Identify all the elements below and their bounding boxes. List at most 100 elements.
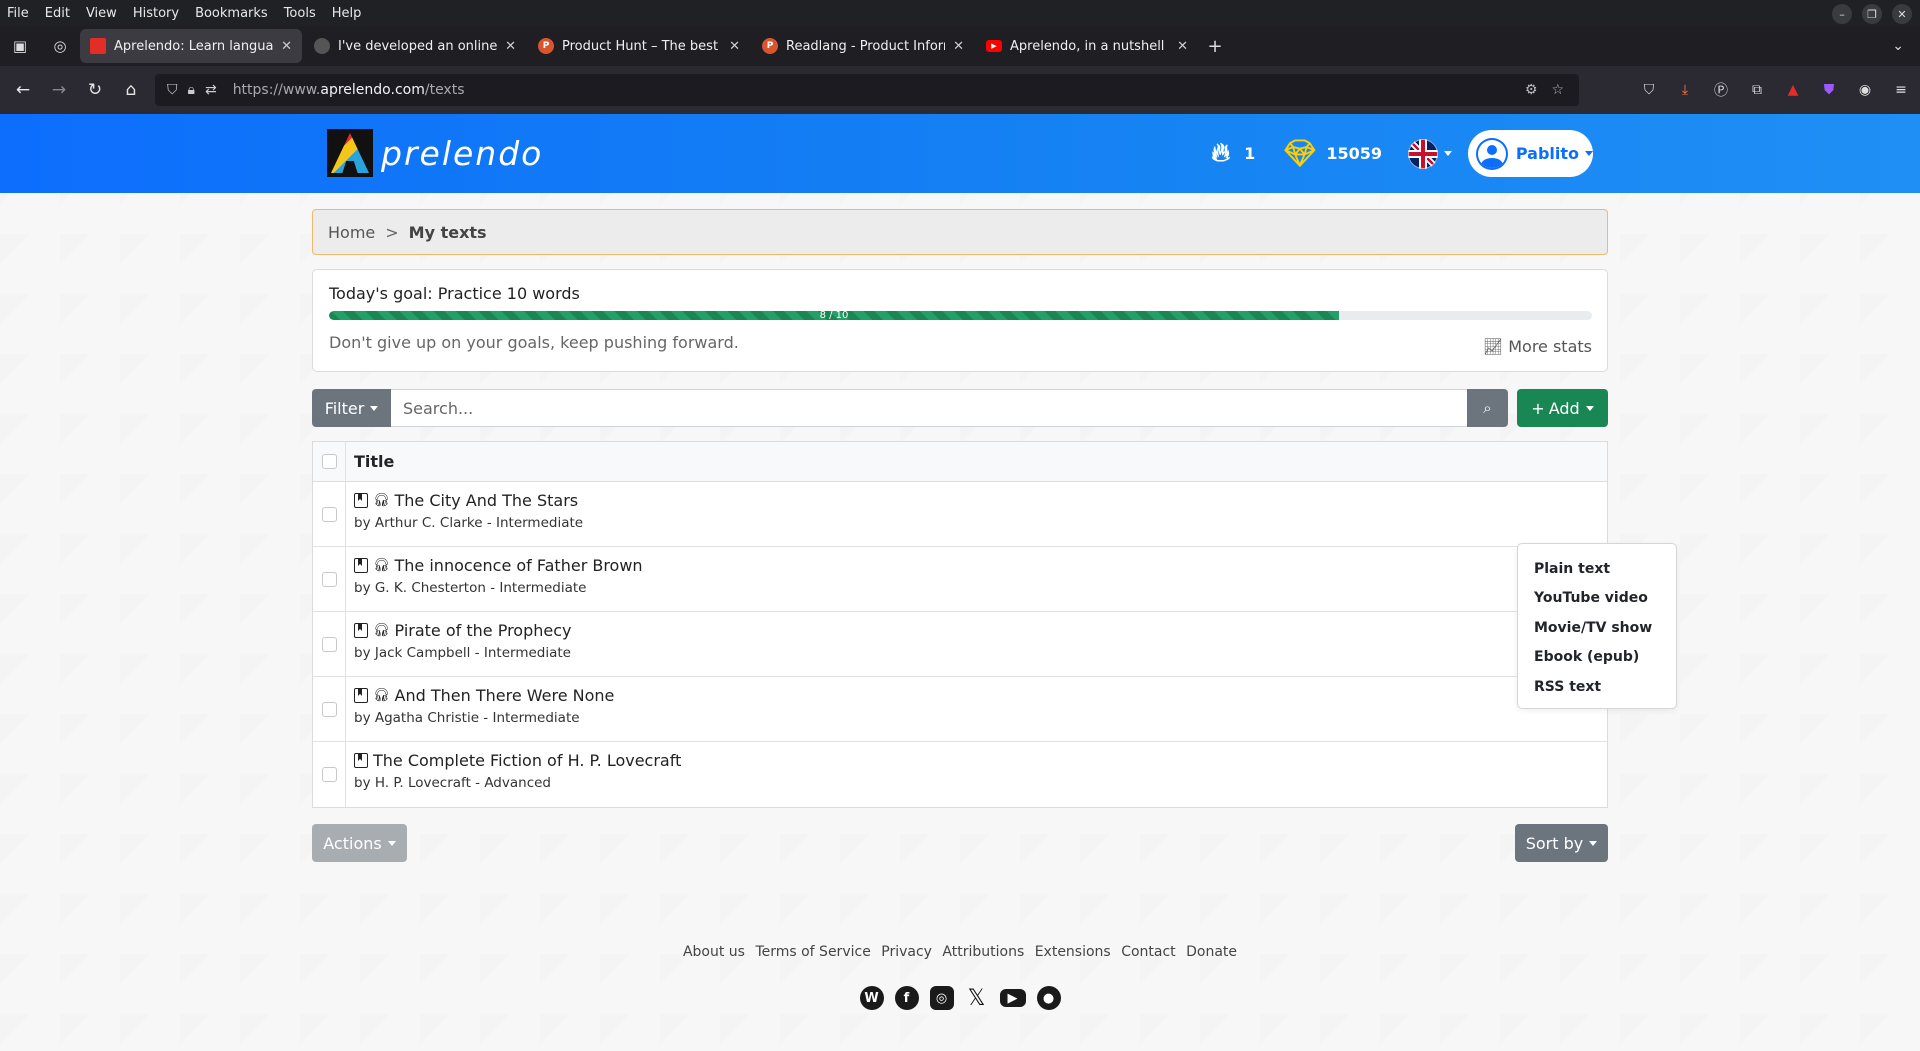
close-tab-icon[interactable]: ✕ — [505, 39, 516, 54]
close-tab-icon[interactable]: ✕ — [729, 39, 740, 54]
tab-overview-icon[interactable]: ▣ — [0, 26, 40, 66]
text-title-link[interactable]: Pirate of the Prophecy — [395, 621, 572, 640]
tab-aprelendo[interactable]: Aprelendo: Learn language ✕ — [80, 29, 302, 63]
add-ebook-item[interactable]: Ebook (epub) — [1518, 643, 1676, 673]
youtube-icon[interactable]: ▶ — [999, 989, 1026, 1007]
user-menu-button[interactable]: Pablito — [1468, 130, 1593, 177]
extensions-icon[interactable]: ⧉ — [1746, 79, 1768, 101]
add-plain-text-item[interactable]: Plain text — [1518, 554, 1676, 584]
menu-tools[interactable]: Tools — [276, 6, 324, 21]
add-dropdown-menu: Plain text YouTube video Movie/TV show E… — [1517, 543, 1677, 709]
tab-readlang[interactable]: P Readlang - Product Informa ✕ — [752, 29, 974, 63]
streak-counter[interactable]: 🔥︎ 1 — [1211, 138, 1255, 169]
navigation-bar: ← → ↻ ⌂ ⛉ 🔒︎ ⇄ https://www.aprelendo.com… — [0, 66, 1920, 114]
forward-icon[interactable]: → — [41, 72, 77, 108]
text-title-link[interactable]: The innocence of Father Brown — [395, 556, 643, 575]
shield-extension-icon[interactable]: ⛊ — [1818, 79, 1840, 101]
row-checkbox[interactable] — [321, 767, 337, 782]
product-hunt-favicon-icon: P — [762, 38, 778, 54]
restore-icon[interactable]: ❐ — [1862, 4, 1882, 24]
tab-reddit[interactable]: I've developed an online lar ✕ — [304, 29, 526, 63]
home-icon[interactable]: ⌂ — [113, 72, 149, 108]
instagram-icon[interactable]: ◎ — [929, 986, 954, 1010]
footer-donate-link[interactable]: Donate — [1186, 944, 1237, 960]
text-title-link[interactable]: The City And The Stars — [395, 491, 579, 510]
text-title-link[interactable]: The Complete Fiction of H. P. Lovecraft — [373, 751, 681, 770]
text-title-link[interactable]: And Then There Were None — [395, 686, 615, 705]
add-rss-item[interactable]: RSS text — [1518, 672, 1676, 702]
shield-icon[interactable]: ⛉ — [167, 82, 178, 98]
url-bar[interactable]: ⛉ 🔒︎ ⇄ https://www.aprelendo.com/texts ⚙… — [155, 74, 1579, 106]
menu-edit[interactable]: Edit — [37, 6, 78, 21]
search-button[interactable]: ⌕ — [1467, 389, 1508, 427]
text-title-line: 🎧︎ The City And The Stars — [354, 491, 583, 510]
url-actions: ⚙ ☆ — [1525, 74, 1578, 106]
menu-view[interactable]: View — [78, 6, 125, 21]
extension-bug-icon[interactable]: ⚙ — [1525, 82, 1538, 98]
search-input[interactable] — [391, 389, 1467, 427]
list-tabs-icon[interactable]: ⌄ — [1892, 38, 1904, 54]
headphones-icon: 🎧︎ — [373, 688, 390, 703]
menu-history[interactable]: History — [125, 6, 187, 21]
footer-privacy-link[interactable]: Privacy — [881, 944, 932, 960]
add-button[interactable]: + Add — [1517, 389, 1608, 427]
row-checkbox[interactable] — [321, 636, 337, 652]
tab-title: Aprelendo, in a nutshell - Yo — [1010, 38, 1169, 54]
ublock-icon[interactable]: ◉ — [1854, 79, 1876, 101]
row-info: 🎧︎ The innocence of Father Brown by G. K… — [346, 547, 643, 611]
daily-goal-card: Today's goal: Practice 10 words 8 / 10 D… — [312, 269, 1608, 372]
tab-youtube[interactable]: ▶ Aprelendo, in a nutshell - Yo ✕ — [976, 29, 1198, 63]
actions-button[interactable]: Actions — [312, 824, 407, 862]
row-checkbox[interactable] — [321, 506, 337, 522]
minimize-icon[interactable]: – — [1832, 4, 1852, 24]
goal-message: Don't give up on your goals, keep pushin… — [329, 333, 739, 352]
wordpress-icon[interactable]: W — [859, 986, 884, 1010]
gems-counter[interactable]: 💎︎ 15059 — [1255, 139, 1382, 169]
footer-attributions-link[interactable]: Attributions — [942, 944, 1024, 960]
filter-button[interactable]: Filter — [312, 389, 391, 427]
row-checkbox[interactable] — [321, 571, 337, 587]
site-logo[interactable]: prelendo — [327, 129, 543, 177]
add-youtube-video-item[interactable]: YouTube video — [1518, 584, 1676, 614]
goal-progress-label: 8 / 10 — [819, 311, 849, 320]
sort-by-button[interactable]: Sort by — [1515, 824, 1608, 862]
footer-about-link[interactable]: About us — [683, 944, 745, 960]
add-movie-tv-item[interactable]: Movie/TV show — [1518, 613, 1676, 643]
reload-icon[interactable]: ↻ — [77, 72, 113, 108]
tab-product-hunt[interactable]: P Product Hunt – The best ne ✕ — [528, 29, 750, 63]
pocket-icon[interactable]: ⛉ — [1638, 79, 1660, 101]
tab-title: I've developed an online lar — [338, 38, 498, 54]
aprelendo-extension-icon[interactable]: ▲ — [1782, 79, 1804, 101]
permissions-icon[interactable]: ⇄ — [205, 82, 217, 98]
download-icon[interactable]: ⤓ — [1674, 79, 1696, 101]
extension-p-icon[interactable]: Ⓟ — [1710, 79, 1732, 101]
close-tab-icon[interactable]: ✕ — [1177, 39, 1188, 54]
x-icon[interactable]: 𝕏 — [965, 986, 989, 1011]
close-tab-icon[interactable]: ✕ — [281, 39, 292, 54]
more-stats-link[interactable]: 📈︎ More stats — [1483, 337, 1592, 356]
footer-terms-link[interactable]: Terms of Service — [755, 944, 870, 960]
github-icon[interactable]: ● — [1036, 986, 1061, 1010]
text-title-line: The Complete Fiction of H. P. Lovecraft — [354, 751, 681, 770]
new-tab-icon[interactable]: + — [1200, 36, 1230, 57]
menu-bookmarks[interactable]: Bookmarks — [187, 6, 276, 21]
row-checkbox[interactable] — [321, 701, 337, 717]
footer-extensions-link[interactable]: Extensions — [1035, 944, 1111, 960]
lock-icon[interactable]: 🔒︎ — [188, 82, 195, 98]
close-tab-icon[interactable]: ✕ — [953, 39, 964, 54]
firefox-view-icon[interactable]: ◎ — [40, 26, 80, 66]
breadcrumb-home[interactable]: Home — [328, 223, 375, 242]
language-selector[interactable] — [1382, 138, 1452, 169]
select-all-checkbox[interactable] — [321, 454, 337, 469]
bookmark-star-icon[interactable]: ☆ — [1551, 82, 1564, 98]
close-window-icon[interactable]: ✕ — [1892, 4, 1912, 24]
hamburger-menu-icon[interactable]: ≡ — [1890, 79, 1912, 101]
back-icon[interactable]: ← — [5, 72, 41, 108]
menu-file[interactable]: File — [0, 6, 37, 21]
row-check-cell — [313, 677, 346, 741]
headphones-icon: 🎧︎ — [373, 493, 390, 508]
menu-help[interactable]: Help — [324, 6, 370, 21]
row-check-cell — [313, 612, 346, 676]
footer-contact-link[interactable]: Contact — [1121, 944, 1175, 960]
facebook-icon[interactable]: f — [894, 986, 919, 1010]
